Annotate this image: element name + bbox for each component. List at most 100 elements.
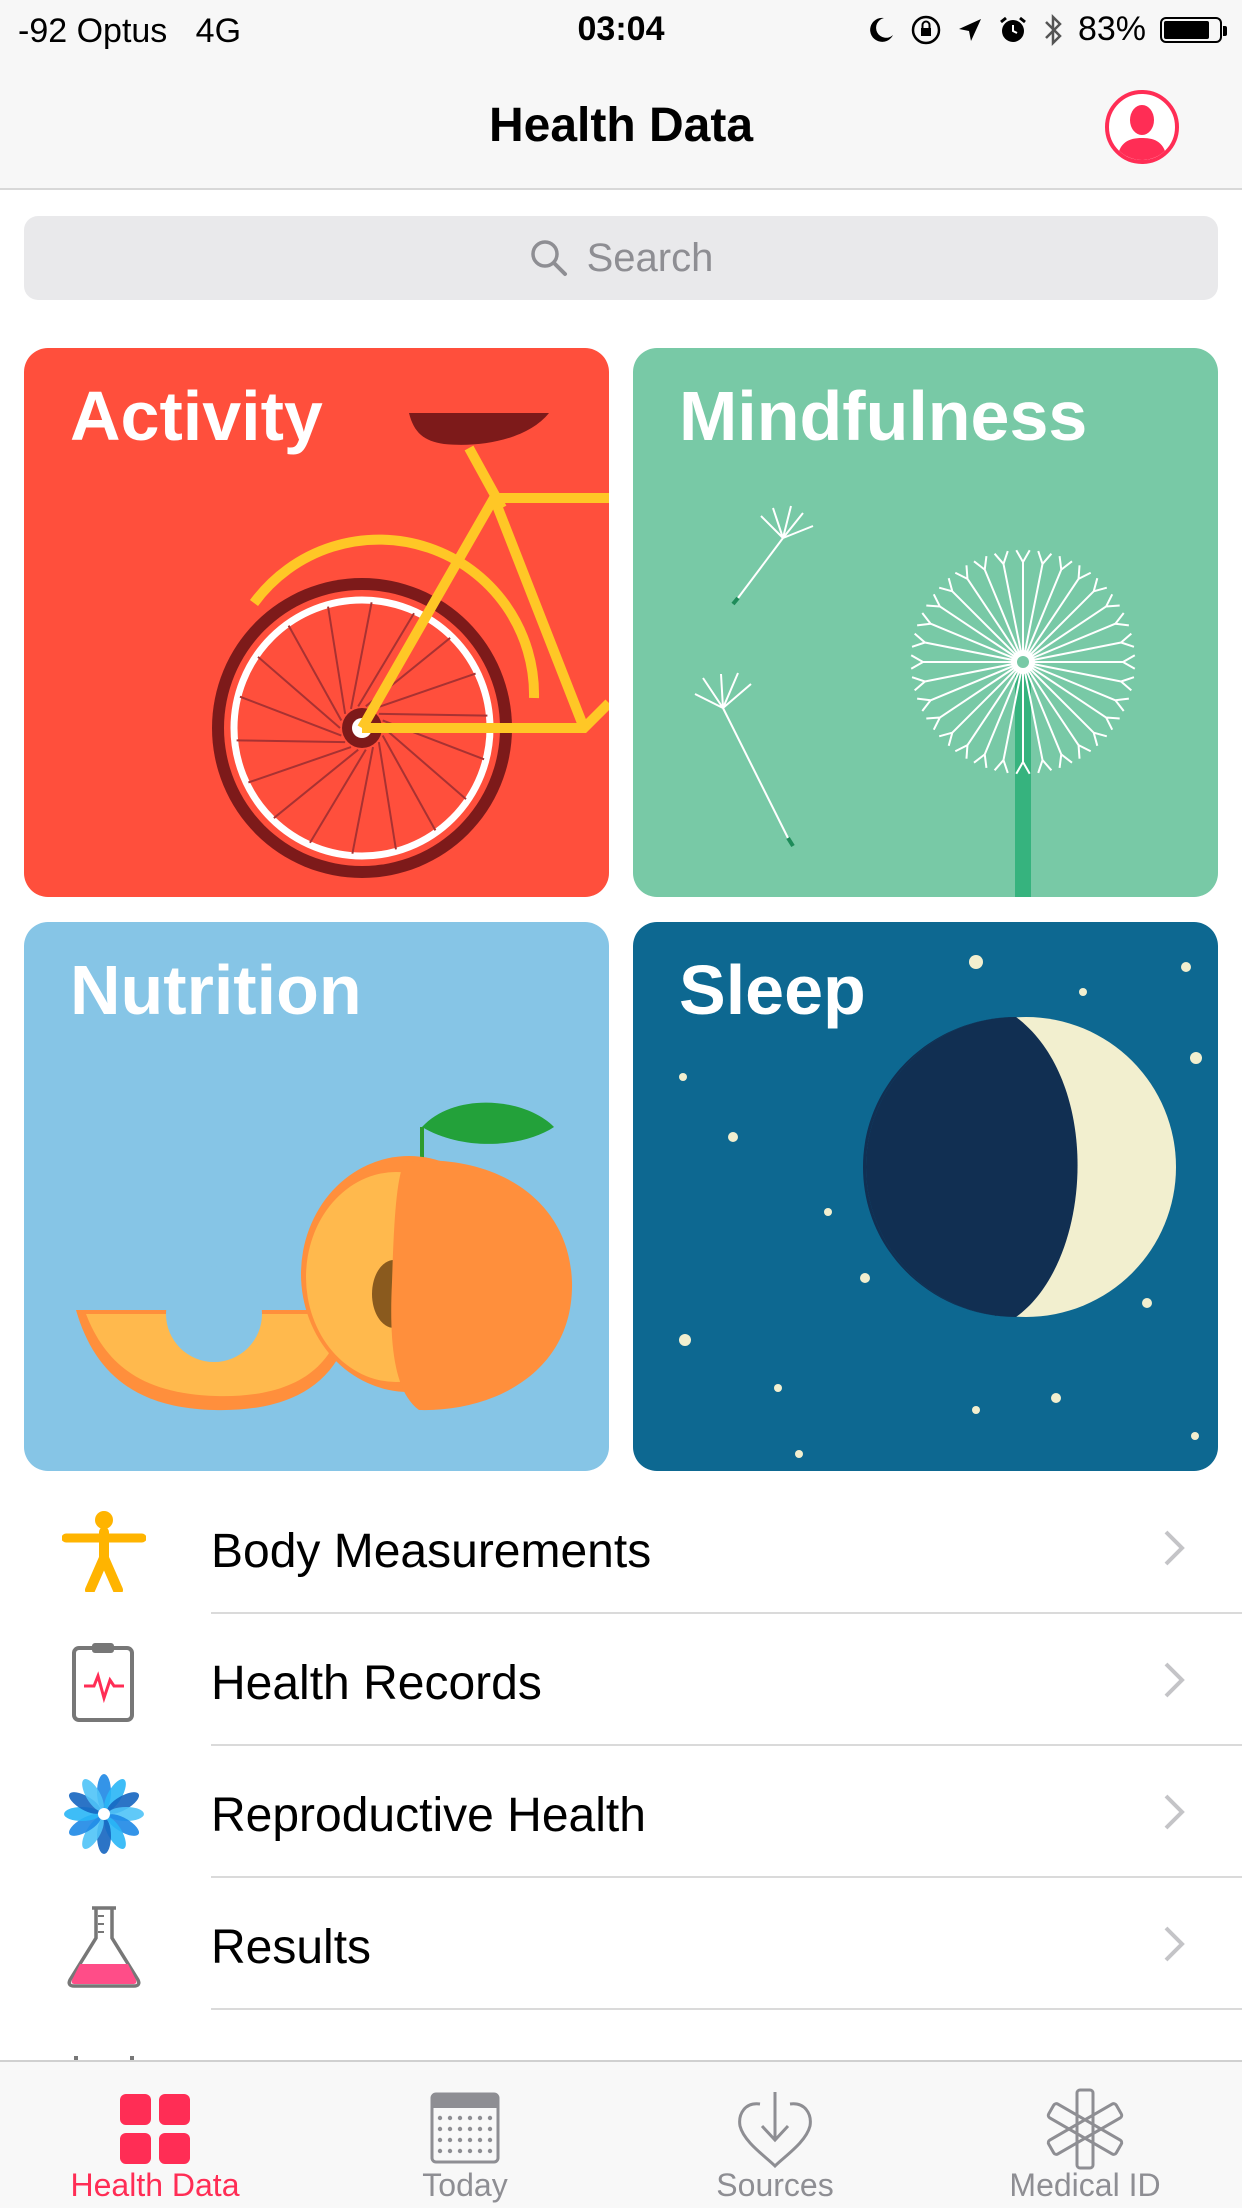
star	[972, 1406, 980, 1414]
list-item-health-records[interactable]: Health Records	[0, 1614, 1242, 1746]
star	[1079, 988, 1087, 996]
chevron-right-icon	[1164, 1794, 1185, 1830]
chevron-right-icon	[1164, 1926, 1185, 1962]
calendar-dot	[477, 2137, 483, 2143]
star	[1051, 1393, 1061, 1403]
star	[795, 1450, 803, 1458]
tab-health-data[interactable]: Health Data	[0, 2062, 310, 2208]
navigation-bar: Health Data	[0, 62, 1242, 190]
dandelion-seed	[1022, 661, 1108, 747]
search-field[interactable]: Search	[24, 216, 1218, 300]
clipboard-heart-icon	[72, 1643, 134, 1722]
calendar-dot	[477, 2126, 483, 2132]
calendar-dot	[437, 2137, 443, 2143]
bluetooth-icon	[1045, 13, 1062, 46]
moon-icon	[870, 17, 893, 42]
calendar-dot	[447, 2148, 453, 2154]
tab-label: Today	[422, 2167, 508, 2203]
tab-sources[interactable]: Sources	[620, 2062, 930, 2208]
star	[728, 1132, 738, 1142]
dandelion-seed	[1015, 549, 1031, 662]
calendar-dot	[447, 2115, 453, 2121]
list-item-reproductive-health[interactable]: Reproductive Health	[0, 1746, 1242, 1878]
calendar-dot	[437, 2126, 443, 2132]
alarm-icon	[1000, 16, 1026, 42]
rotation-lock-icon	[911, 15, 941, 44]
location-icon	[958, 18, 981, 41]
tab-medical-id[interactable]: Medical ID	[930, 2062, 1240, 2208]
calendar-dot	[437, 2115, 443, 2121]
calendar-dot	[467, 2115, 473, 2121]
calendar-dot	[477, 2115, 483, 2121]
profile-button[interactable]	[1105, 90, 1179, 164]
dandelion-seed	[938, 577, 1024, 663]
tile-title-activity: Activity	[70, 377, 323, 455]
calendar-icon	[430, 2092, 500, 2164]
calendar-dot	[457, 2137, 463, 2143]
tile-activity[interactable]: Activity	[24, 348, 609, 897]
flask-icon	[67, 1906, 141, 1988]
calendar-dot	[467, 2137, 473, 2143]
health-app-screen: -92 Optus 4G 03:04 83% Health Data Searc…	[0, 0, 1242, 2208]
star	[679, 1334, 691, 1346]
star	[679, 1073, 687, 1081]
list-item-label: Reproductive Health	[211, 1789, 646, 1842]
calendar-dot	[487, 2148, 493, 2154]
list-item-results[interactable]: Results	[0, 1878, 1242, 2010]
dandelion-seed	[1023, 654, 1136, 670]
star	[1190, 1052, 1202, 1064]
dandelion-seed	[938, 661, 1024, 747]
list-item-label: Body Measurements	[211, 1525, 652, 1578]
star	[1142, 1298, 1152, 1308]
star	[969, 955, 983, 969]
status-bar: -92 Optus 4G 03:04 83%	[0, 0, 1242, 62]
chevron-right-icon	[1164, 1662, 1185, 1698]
battery-icon	[1160, 16, 1227, 43]
star	[824, 1208, 832, 1216]
tile-mindfulness[interactable]: Mindfulness	[633, 348, 1218, 897]
tab-label: Medical ID	[1009, 2167, 1161, 2203]
battery-level	[1164, 20, 1209, 39]
star	[1181, 962, 1191, 972]
tile-title-nutrition: Nutrition	[70, 951, 362, 1029]
tile-title-sleep: Sleep	[679, 951, 866, 1029]
page-title: Health Data	[488, 99, 754, 152]
status-icons: 83%	[866, 10, 1227, 49]
star	[774, 1384, 782, 1392]
star	[860, 1273, 870, 1283]
calendar-dot	[447, 2126, 453, 2132]
search-placeholder: Search	[586, 235, 714, 280]
download-heart-icon	[738, 2092, 812, 2169]
tile-nutrition[interactable]: Nutrition	[24, 922, 609, 1471]
tab-label: Health Data	[70, 2167, 240, 2203]
grid-icon	[120, 2094, 190, 2164]
list-item-label: Health Records	[211, 1657, 542, 1710]
calendar-dot	[487, 2126, 493, 2132]
tab-bar: Health Data Today Sources Medical ID	[0, 2060, 1242, 2208]
calendar-dot	[477, 2148, 483, 2154]
star	[1191, 1432, 1199, 1440]
search-icon	[530, 240, 567, 276]
battery-tip	[1223, 25, 1227, 36]
profile-icon	[1117, 105, 1167, 160]
dandelion-seed	[910, 654, 1023, 670]
asterisk-icon	[1046, 2088, 1124, 2170]
tab-today[interactable]: Today	[310, 2062, 620, 2208]
calendar-dot	[467, 2148, 473, 2154]
calendar-dot	[467, 2126, 473, 2132]
calendar-dot	[447, 2137, 453, 2143]
calendar-dot	[457, 2148, 463, 2154]
calendar-dot	[437, 2148, 443, 2154]
flower-center	[98, 1808, 110, 1820]
body-figure-icon	[62, 1511, 146, 1592]
flower-icon	[64, 1774, 144, 1854]
dandelion-seed	[1022, 577, 1108, 663]
list-item-label: Results	[211, 1921, 372, 1974]
tile-sleep[interactable]: Sleep	[633, 922, 1218, 1471]
chevron-right-icon	[1164, 1530, 1185, 1566]
battery-percent: 83%	[1077, 10, 1146, 48]
calendar-dot	[457, 2126, 463, 2132]
list-item-body-measurements[interactable]: Body Measurements	[0, 1482, 1242, 1614]
calendar-dot	[457, 2115, 463, 2121]
calendar-dot	[487, 2115, 493, 2121]
